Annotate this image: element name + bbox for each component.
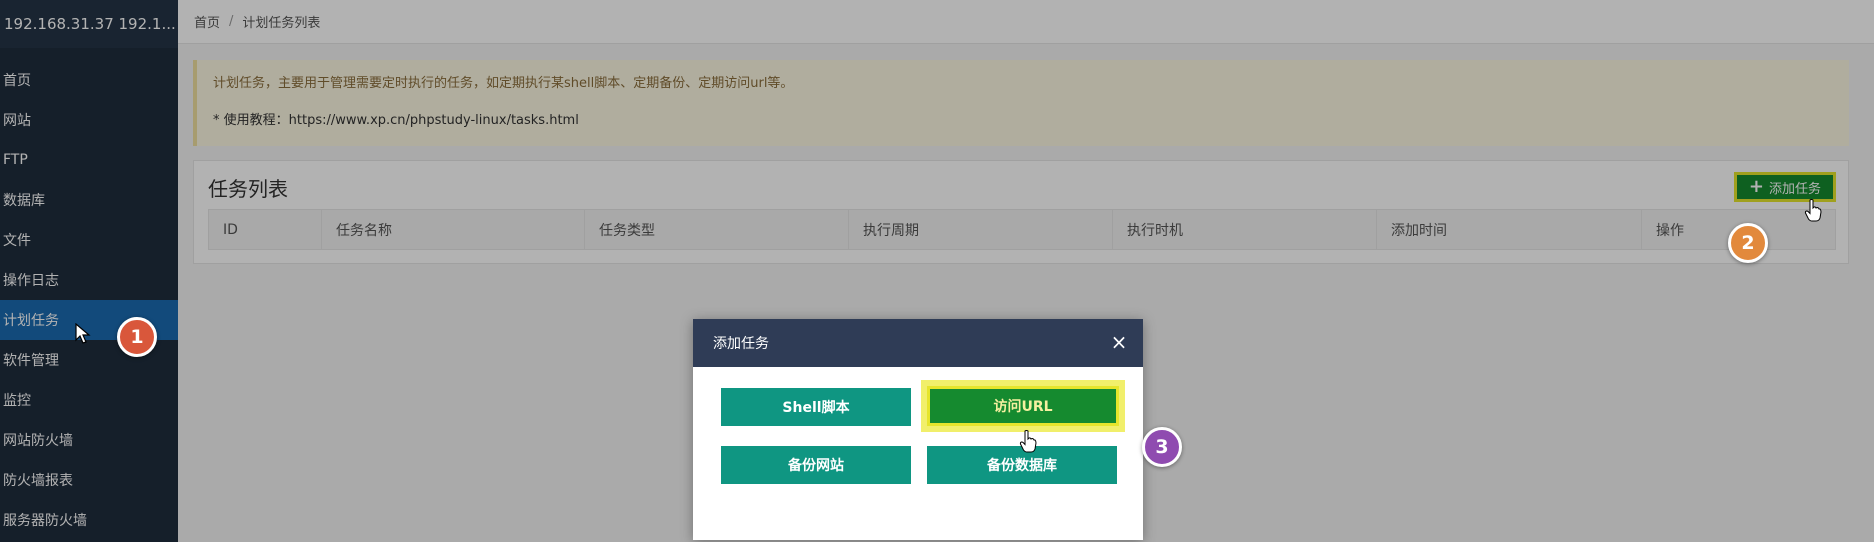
- backup-site-button[interactable]: 备份网站: [721, 446, 911, 484]
- step-callout-3: 3: [1142, 427, 1182, 467]
- step-callout-1: 1: [117, 317, 157, 357]
- dialog-title: 添加任务: [713, 336, 769, 352]
- hand-cursor-icon: [1804, 199, 1822, 222]
- step-callout-2: 2: [1728, 223, 1768, 263]
- dialog-header: 添加任务 ×: [693, 319, 1143, 367]
- hand-cursor-icon: [1019, 430, 1037, 453]
- shell-script-button[interactable]: Shell脚本: [721, 388, 911, 426]
- visit-url-button[interactable]: 访问URL: [921, 380, 1125, 432]
- mouse-pointer-icon: [75, 323, 91, 344]
- close-icon[interactable]: ×: [1109, 332, 1129, 352]
- add-task-dialog: 添加任务 × Shell脚本 访问URL 备份网站 备份数据库: [693, 319, 1143, 540]
